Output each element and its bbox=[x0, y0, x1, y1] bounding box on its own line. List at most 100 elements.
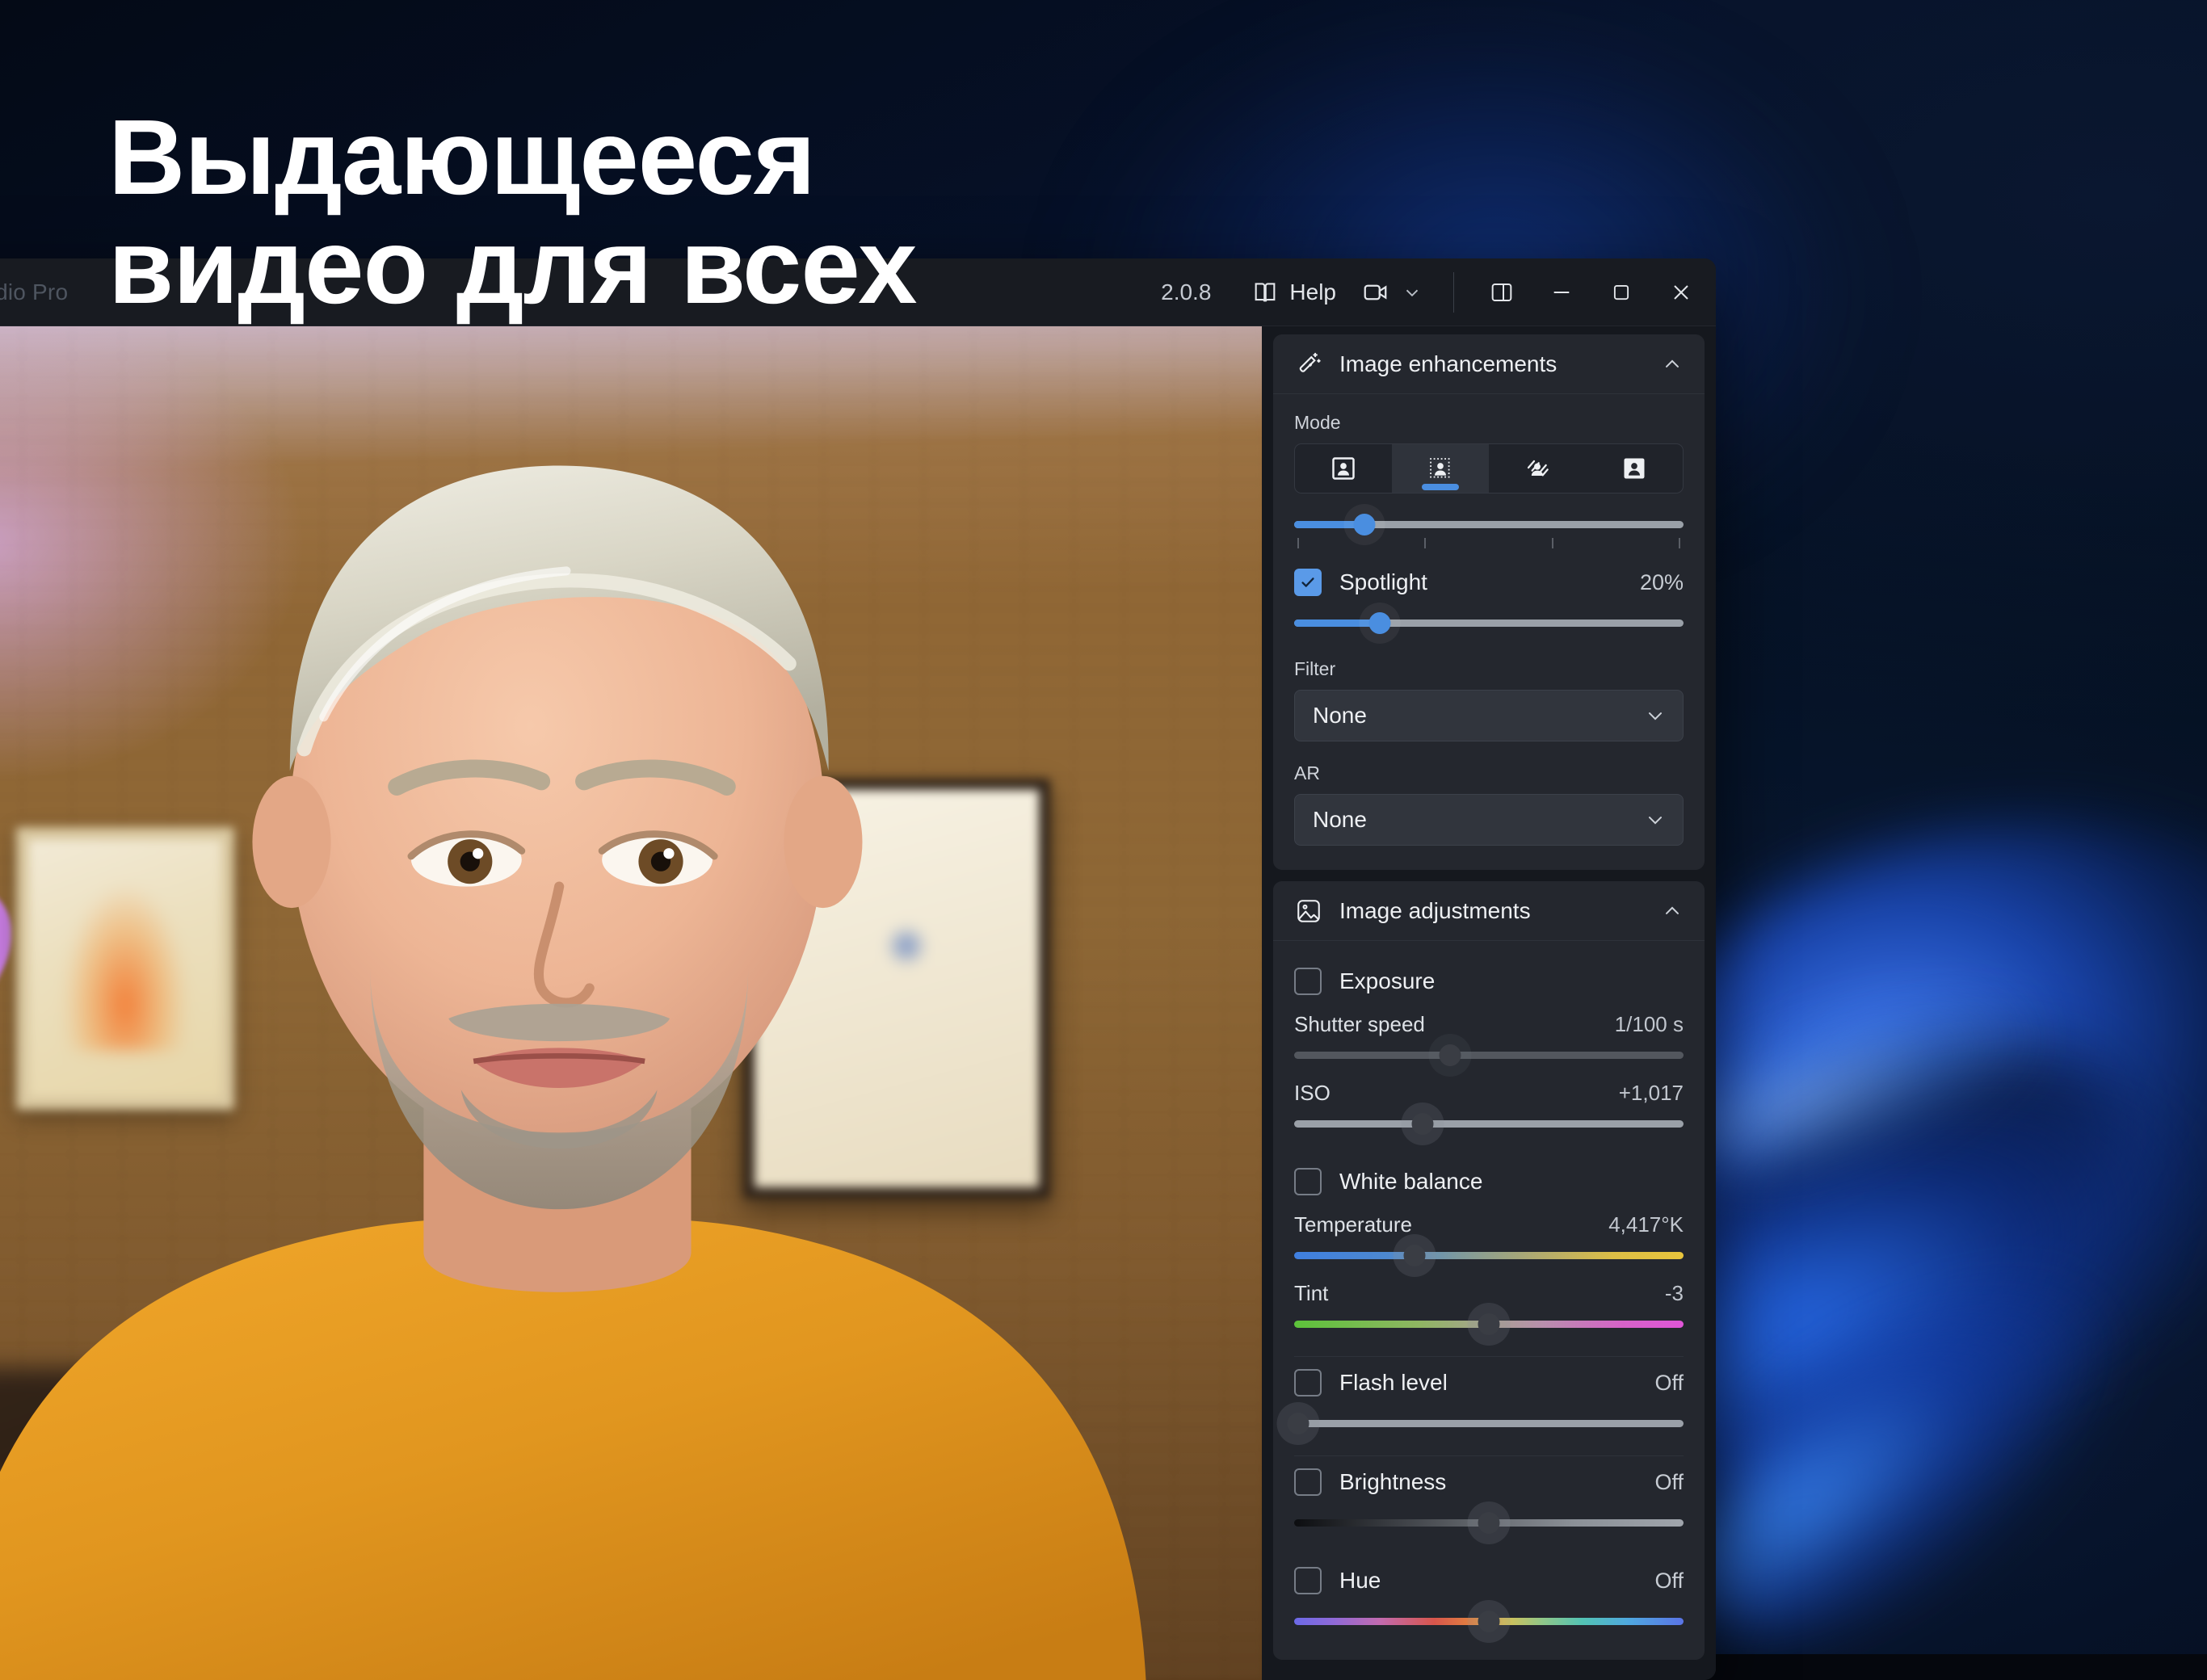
spacer-ar bbox=[1294, 745, 1684, 762]
brightness-value: Off bbox=[1654, 1470, 1684, 1495]
flash-level-thumb[interactable] bbox=[1287, 1413, 1309, 1434]
shutter-speed-thumb[interactable] bbox=[1439, 1044, 1461, 1066]
title-bar: Camo Studio Pro 2.0.8 Help bbox=[0, 258, 1716, 326]
version-label: 2.0.8 bbox=[1161, 279, 1211, 305]
temperature-slider[interactable] bbox=[1294, 1237, 1684, 1273]
minimize-button[interactable] bbox=[1532, 267, 1591, 317]
camera-source-button[interactable] bbox=[1349, 267, 1436, 317]
filter-value: None bbox=[1313, 703, 1644, 729]
brightness-slider[interactable] bbox=[1294, 1505, 1684, 1540]
app-title: Camo Studio Pro bbox=[0, 279, 68, 305]
ar-label: AR bbox=[1294, 762, 1684, 784]
filter-label: Filter bbox=[1294, 658, 1684, 680]
ar-select[interactable]: None bbox=[1294, 794, 1684, 846]
shutter-speed-value: 1/100 s bbox=[1615, 1012, 1684, 1037]
exposure-checkbox[interactable] bbox=[1294, 968, 1322, 995]
spotlight-slider[interactable] bbox=[1294, 605, 1684, 640]
brightness-row[interactable]: Brightness Off bbox=[1294, 1460, 1684, 1505]
titlebar-actions: 2.0.8 Help bbox=[1161, 267, 1711, 317]
brightness-label: Brightness bbox=[1339, 1469, 1637, 1495]
temperature-row: Temperature 4,417°K bbox=[1294, 1212, 1684, 1237]
exposure-label: Exposure bbox=[1339, 968, 1684, 994]
spotlight-checkbox[interactable] bbox=[1294, 569, 1322, 596]
image-adjustments-header[interactable]: Image adjustments bbox=[1273, 881, 1705, 941]
person-in-frame bbox=[0, 326, 1262, 1680]
chevron-down-icon[interactable] bbox=[1402, 282, 1423, 303]
hue-label: Hue bbox=[1339, 1568, 1637, 1594]
temperature-value: 4,417°K bbox=[1608, 1212, 1684, 1237]
white-balance-row[interactable]: White balance bbox=[1294, 1159, 1684, 1204]
hue-row[interactable]: Hue Off bbox=[1294, 1558, 1684, 1603]
tint-value: -3 bbox=[1665, 1281, 1684, 1306]
shutter-speed-label: Shutter speed bbox=[1294, 1012, 1425, 1037]
panel-toggle-button[interactable] bbox=[1472, 267, 1532, 317]
flash-level-slider[interactable] bbox=[1294, 1405, 1684, 1441]
flash-level-track bbox=[1294, 1420, 1684, 1427]
camo-studio-window: Camo Studio Pro 2.0.8 Help bbox=[0, 258, 1716, 1680]
temperature-track bbox=[1294, 1252, 1684, 1259]
brightness-thumb[interactable] bbox=[1478, 1512, 1500, 1534]
iso-thumb[interactable] bbox=[1412, 1113, 1434, 1135]
mode-label: Mode bbox=[1294, 412, 1684, 434]
spotlight-slider-fill bbox=[1294, 620, 1380, 627]
mode-slider-thumb[interactable] bbox=[1353, 514, 1375, 536]
flash-level-checkbox[interactable] bbox=[1294, 1369, 1322, 1396]
tint-label: Tint bbox=[1294, 1281, 1328, 1306]
maximize-button[interactable] bbox=[1591, 267, 1651, 317]
brightness-checkbox[interactable] bbox=[1294, 1468, 1322, 1496]
shutter-speed-slider[interactable] bbox=[1294, 1037, 1684, 1073]
book-icon bbox=[1251, 279, 1279, 306]
mode-option-portrait-solid[interactable] bbox=[1586, 444, 1683, 493]
help-label: Help bbox=[1289, 279, 1336, 305]
tint-slider[interactable] bbox=[1294, 1306, 1684, 1342]
flash-level-value: Off bbox=[1654, 1371, 1684, 1396]
magic-wand-icon bbox=[1294, 350, 1323, 379]
ar-value: None bbox=[1313, 807, 1644, 833]
tint-row: Tint -3 bbox=[1294, 1281, 1684, 1306]
video-preview[interactable] bbox=[0, 326, 1262, 1680]
titlebar-divider bbox=[1453, 272, 1454, 313]
chevron-up-icon[interactable] bbox=[1661, 900, 1684, 922]
wallpaper-ribbon-dark bbox=[1680, 976, 2181, 1376]
flash-level-row[interactable]: Flash level Off bbox=[1294, 1360, 1684, 1405]
adjustments-divider-1 bbox=[1294, 1356, 1684, 1357]
mode-button-group[interactable] bbox=[1294, 443, 1684, 494]
temperature-label: Temperature bbox=[1294, 1212, 1412, 1237]
iso-label: ISO bbox=[1294, 1081, 1331, 1106]
hue-checkbox[interactable] bbox=[1294, 1567, 1322, 1594]
mode-slider-ticks bbox=[1294, 538, 1684, 548]
chevron-down-icon bbox=[1644, 808, 1667, 831]
mode-option-portrait-blur[interactable] bbox=[1489, 444, 1586, 493]
shutter-speed-track bbox=[1294, 1052, 1684, 1059]
image-adjustments-title: Image adjustments bbox=[1339, 898, 1645, 924]
image-enhancements-header[interactable]: Image enhancements bbox=[1273, 334, 1705, 394]
temperature-thumb[interactable] bbox=[1404, 1245, 1426, 1266]
controls-panel[interactable]: Image enhancements Mode bbox=[1262, 326, 1716, 1680]
white-balance-label: White balance bbox=[1339, 1169, 1684, 1195]
iso-row: ISO +1,017 bbox=[1294, 1081, 1684, 1106]
adjustments-divider-2 bbox=[1294, 1455, 1684, 1456]
close-button[interactable] bbox=[1651, 267, 1711, 317]
tint-thumb[interactable] bbox=[1478, 1313, 1500, 1335]
mode-option-portrait-frame[interactable] bbox=[1295, 444, 1392, 493]
mode-strength-slider[interactable] bbox=[1294, 506, 1684, 542]
mode-option-portrait-dotted[interactable] bbox=[1392, 444, 1489, 493]
white-balance-checkbox[interactable] bbox=[1294, 1168, 1322, 1195]
hue-thumb[interactable] bbox=[1478, 1611, 1500, 1632]
filter-select[interactable]: None bbox=[1294, 690, 1684, 741]
spotlight-row[interactable]: Spotlight 20% bbox=[1294, 560, 1684, 605]
spotlight-slider-thumb[interactable] bbox=[1369, 612, 1391, 634]
iso-value: +1,017 bbox=[1619, 1081, 1684, 1106]
shutter-speed-row: Shutter speed 1/100 s bbox=[1294, 1012, 1684, 1037]
chevron-up-icon[interactable] bbox=[1661, 353, 1684, 376]
flash-level-label: Flash level bbox=[1339, 1370, 1637, 1396]
chevron-down-icon bbox=[1644, 704, 1667, 727]
spotlight-label: Spotlight bbox=[1339, 569, 1622, 595]
help-button[interactable]: Help bbox=[1238, 267, 1349, 317]
iso-slider[interactable] bbox=[1294, 1106, 1684, 1141]
wallpaper-ribbon-glow bbox=[1671, 958, 2054, 1206]
image-enhancements-card: Image enhancements Mode bbox=[1273, 334, 1705, 870]
spotlight-value: 20% bbox=[1640, 570, 1684, 595]
hue-slider[interactable] bbox=[1294, 1603, 1684, 1639]
exposure-row[interactable]: Exposure bbox=[1294, 959, 1684, 1004]
